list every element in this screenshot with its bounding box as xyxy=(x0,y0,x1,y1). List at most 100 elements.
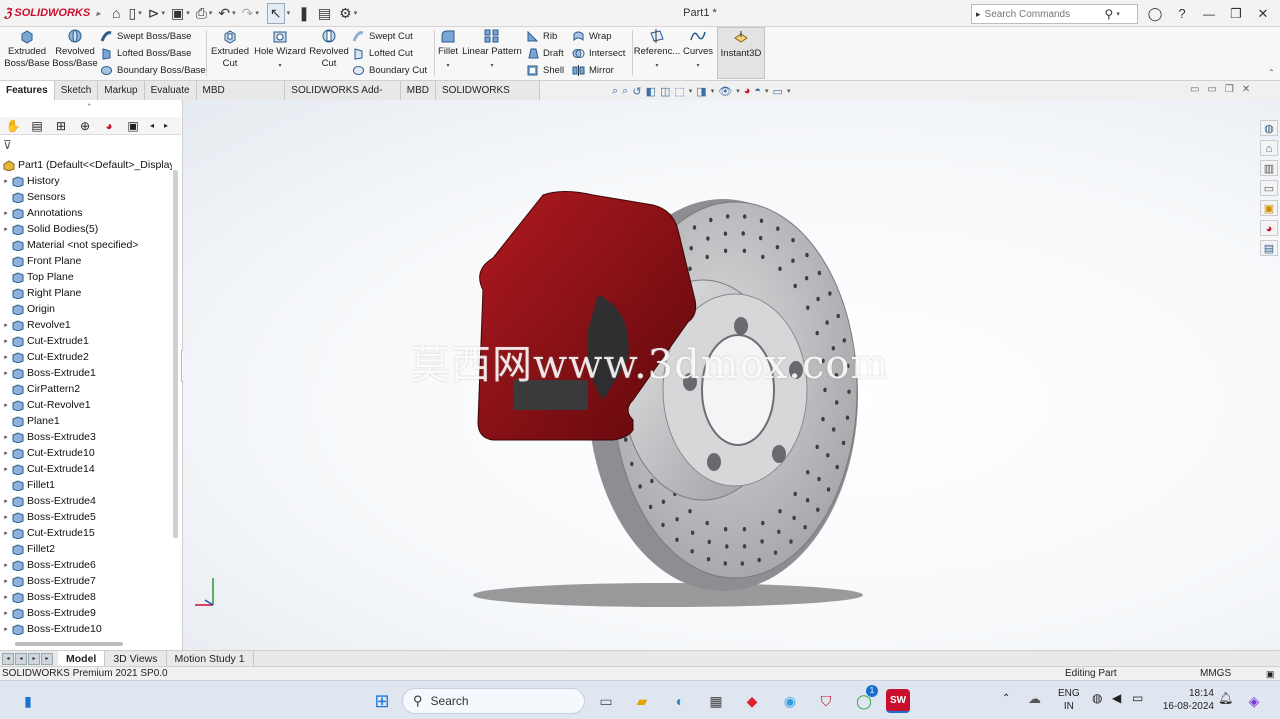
tree-node[interactable]: Sensors xyxy=(0,189,172,205)
view-settings-dropdown-icon[interactable]: ▾ xyxy=(787,87,791,95)
tab-features[interactable]: Features xyxy=(0,81,55,100)
lofted-boss-button[interactable]: Lofted Boss/Base xyxy=(100,45,191,61)
expand-arrow-icon[interactable]: ▸ xyxy=(0,513,12,521)
display-manager-tab-icon[interactable]: ◕ xyxy=(99,118,119,134)
edge-browser-icon[interactable]: ◐ xyxy=(668,689,692,713)
appearances-icon[interactable]: ▣ xyxy=(1260,200,1278,216)
tab-mbd-dimensions[interactable]: MBD Dimensions xyxy=(196,81,286,115)
battery-icon[interactable]: ▭ xyxy=(1132,691,1143,705)
lofted-cut-button[interactable]: Lofted Cut xyxy=(352,45,413,61)
minimize-button[interactable]: — xyxy=(1199,4,1219,24)
revolved-boss-button[interactable]: Revolved Boss/Base xyxy=(52,28,98,78)
tree-node[interactable]: ▸ Boss-Extrude1 xyxy=(0,365,172,381)
tab-3d-views[interactable]: 3D Views xyxy=(105,651,167,667)
section-view-icon[interactable]: ◧ xyxy=(646,85,656,98)
status-tool-icon[interactable]: ▣ xyxy=(1266,667,1275,681)
tree-node[interactable]: Plane1 xyxy=(0,413,172,429)
hide-show-items-icon[interactable]: 👁 xyxy=(718,85,732,98)
save-dropdown-icon[interactable]: ▾ xyxy=(186,4,190,23)
expand-arrow-icon[interactable]: ▸ xyxy=(0,353,12,361)
search-dropdown-icon[interactable]: ▾ xyxy=(1116,10,1120,18)
undo-dropdown-icon[interactable]: ▾ xyxy=(232,4,236,23)
revolved-cut-button[interactable]: Revolved Cut xyxy=(308,28,350,78)
solidworks-taskbar-icon[interactable]: SW xyxy=(886,689,910,713)
new-document-icon[interactable]: ▯ xyxy=(128,4,136,23)
home-icon[interactable]: ⌂ xyxy=(112,4,120,23)
viewport-minimize-icon[interactable]: ▭ xyxy=(1207,84,1216,98)
extruded-cut-button[interactable]: Extruded Cut xyxy=(208,28,252,78)
last-tab-icon[interactable]: ▸ xyxy=(41,653,53,665)
boundary-boss-button[interactable]: Boundary Boss/Base xyxy=(100,62,206,78)
redo-icon[interactable]: ↷ xyxy=(242,4,254,23)
tree-node[interactable]: ▸ Cut-Extrude14 xyxy=(0,461,172,477)
view-palette-icon[interactable]: ▭ xyxy=(1260,180,1278,196)
display-style-icon[interactable]: ◨ xyxy=(696,85,706,98)
edit-appearance-icon[interactable]: ◕ xyxy=(744,85,751,97)
panel-collapse-handle[interactable]: • xyxy=(88,102,90,109)
dimxpert-tab-icon[interactable]: ⊕ xyxy=(75,118,95,134)
mcafee-icon[interactable]: ⛉ xyxy=(814,689,838,713)
undo-icon[interactable]: ↶ xyxy=(218,4,230,23)
tab-motion-study[interactable]: Motion Study 1 xyxy=(167,651,254,667)
solidworks-resources-icon[interactable]: ◍ xyxy=(1260,120,1278,136)
task-view-icon[interactable]: ▭ xyxy=(594,689,618,713)
language-indicator[interactable]: ENG IN xyxy=(1058,687,1080,713)
chrome-icon[interactable]: ◉ xyxy=(778,689,802,713)
search-icon[interactable]: ⚲ xyxy=(1105,7,1114,21)
notification-bell-icon[interactable]: 🔔︎ xyxy=(1218,691,1233,705)
viewport-tile-icon[interactable]: ▭ xyxy=(1190,84,1199,98)
tabs-scroll-right-icon[interactable]: ▸ xyxy=(161,118,171,134)
fillet-dropdown-icon[interactable]: ▾ xyxy=(446,60,449,72)
view-orientation-dropdown-icon[interactable]: ▾ xyxy=(689,87,693,95)
search-commands-input[interactable] xyxy=(984,8,1105,20)
tab-evaluate[interactable]: Evaluate xyxy=(144,81,197,100)
tree-node[interactable]: Origin xyxy=(0,301,172,317)
tree-node[interactable]: ▸ Cut-Revolve1 xyxy=(0,397,172,413)
tree-node[interactable]: ▸ Cut-Extrude1 xyxy=(0,333,172,349)
tree-node[interactable]: ▸ Cut-Extrude10 xyxy=(0,445,172,461)
taskbar-search-box[interactable]: ⚲ Search xyxy=(402,688,585,714)
close-button[interactable]: ✕ xyxy=(1253,4,1273,24)
tree-node[interactable]: CirPattern2 xyxy=(0,381,172,397)
print-dropdown-icon[interactable]: ▾ xyxy=(209,4,213,23)
swept-cut-button[interactable]: Swept Cut xyxy=(352,28,413,44)
menu-expand-icon[interactable]: ▸ xyxy=(96,9,100,18)
new-dropdown-icon[interactable]: ▾ xyxy=(138,4,142,23)
shell-button[interactable]: Shell xyxy=(526,62,564,78)
hole-wizard-dropdown-icon[interactable]: ▾ xyxy=(278,60,281,72)
ribbon-collapse-icon[interactable]: ⌃ xyxy=(1268,68,1275,77)
tree-horizontal-scrollbar[interactable] xyxy=(15,642,123,646)
expand-arrow-icon[interactable]: ▸ xyxy=(0,497,12,505)
rib-button[interactable]: Rib xyxy=(526,28,557,44)
select-cursor-icon[interactable]: ↖ xyxy=(266,3,285,24)
open-folder-icon[interactable]: ⊳ xyxy=(148,4,160,23)
expand-arrow-icon[interactable]: ▸ xyxy=(0,625,12,633)
configuration-manager-tab-icon[interactable]: ⊞ xyxy=(51,118,71,134)
file-explorer-taskbar-icon[interactable]: ▰ xyxy=(630,689,654,713)
redo-dropdown-icon[interactable]: ▾ xyxy=(255,4,259,23)
scenes-icon[interactable]: ◕ xyxy=(1260,220,1278,236)
wrap-button[interactable]: Wrap xyxy=(572,28,612,44)
expand-arrow-icon[interactable]: ▸ xyxy=(0,609,12,617)
options-dropdown-icon[interactable]: ▾ xyxy=(354,4,358,23)
draft-button[interactable]: Draft xyxy=(526,45,564,61)
network-icon[interactable]: ◍ xyxy=(1092,691,1102,705)
rebuild-icon[interactable]: ❚ xyxy=(298,4,310,23)
tree-node[interactable]: ▸ Boss-Extrude10 xyxy=(0,621,172,637)
tree-node[interactable]: ▸ Cut-Extrude15 xyxy=(0,525,172,541)
tree-node[interactable]: ▸ Boss-Extrude3 xyxy=(0,429,172,445)
search-commands-box[interactable]: ▸ ⚲▾ xyxy=(971,4,1138,24)
tree-node[interactable]: ▸ Boss-Extrude5 xyxy=(0,509,172,525)
design-library-icon[interactable]: ⌂ xyxy=(1260,140,1278,156)
fillet-button[interactable]: Fillet ▾ xyxy=(436,28,460,78)
tabs-scroll-left-icon[interactable]: ◂ xyxy=(147,118,157,134)
tree-node[interactable]: Material <not specified> xyxy=(0,237,172,253)
expand-arrow-icon[interactable]: ▸ xyxy=(0,401,12,409)
clock[interactable]: 18:14 16-08-2024 xyxy=(1152,687,1214,713)
expand-arrow-icon[interactable]: ▸ xyxy=(0,209,12,217)
custom-properties-icon[interactable]: ▤ xyxy=(1260,240,1278,256)
file-properties-icon[interactable]: ▤ xyxy=(318,4,331,23)
tree-node[interactable]: ▸ Revolve1 xyxy=(0,317,172,333)
user-account-icon[interactable]: ◯ xyxy=(1145,4,1165,24)
tree-node[interactable]: ▸ Solid Bodies(5) xyxy=(0,221,172,237)
